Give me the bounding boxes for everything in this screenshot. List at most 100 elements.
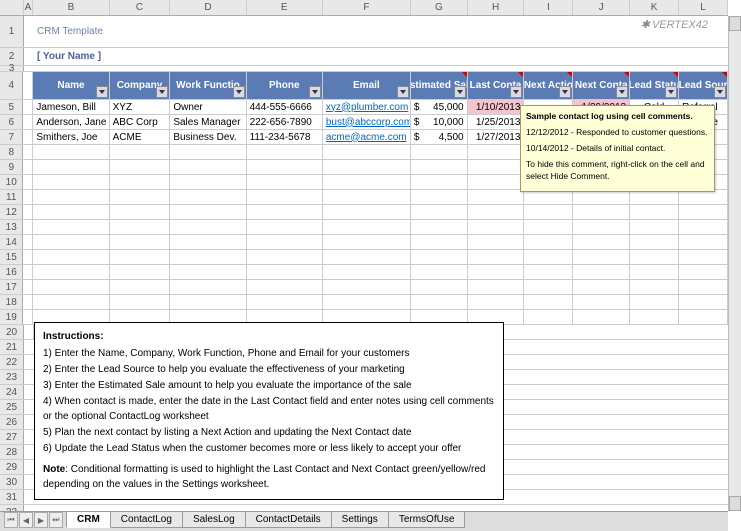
col-I[interactable]: I (524, 0, 573, 15)
row-num[interactable]: 9 (0, 160, 23, 174)
cell-phone[interactable]: 222-656-7890 (247, 115, 323, 129)
cell-name[interactable]: Smithers, Joe (33, 130, 109, 144)
hdr-lead-source[interactable]: Lead Sour (679, 72, 728, 99)
filter-dropdown-icon[interactable] (454, 86, 466, 98)
row-num[interactable]: 14 (0, 235, 23, 249)
tab-nav-last-icon[interactable]: ⏭ (49, 512, 63, 528)
cell-estimated-sale[interactable]: $4,500 (411, 130, 468, 144)
row-num[interactable]: 13 (0, 220, 23, 234)
tab-nav-next-icon[interactable]: ▶ (34, 512, 48, 528)
col-G[interactable]: G (411, 0, 468, 15)
row-num[interactable]: 15 (0, 250, 23, 264)
row-num[interactable]: 21 (0, 340, 24, 354)
row-num[interactable]: 8 (0, 145, 23, 159)
hdr-next-action[interactable]: Next Actio (524, 72, 573, 99)
filter-dropdown-icon[interactable] (714, 86, 726, 98)
filter-dropdown-icon[interactable] (397, 86, 409, 98)
cell-phone[interactable]: 444-555-6666 (247, 100, 323, 114)
row-num[interactable]: 17 (0, 280, 23, 294)
sheet-tab-crm[interactable]: CRM (66, 512, 111, 528)
col-J[interactable]: J (573, 0, 630, 15)
filter-dropdown-icon[interactable] (233, 86, 245, 98)
your-name-cell[interactable]: [ Your Name ] (34, 48, 728, 65)
row-num-20[interactable]: 20 (0, 325, 24, 339)
cell-last-contact[interactable]: 1/25/2013 (468, 115, 525, 129)
cell-last-contact[interactable]: 1/10/2013 (468, 100, 525, 114)
col-L[interactable]: L (679, 0, 728, 15)
hdr-name[interactable]: Name (33, 72, 109, 99)
cell-work-function[interactable]: Business Dev. (170, 130, 246, 144)
cell-name[interactable]: Anderson, Jane (33, 115, 109, 129)
row-num[interactable]: 25 (0, 400, 24, 414)
cell-email[interactable]: bust@abccorp.com (323, 115, 411, 129)
row-num[interactable]: 7 (0, 130, 23, 144)
row-num[interactable]: 31 (0, 490, 24, 504)
tab-nav-prev-icon[interactable]: ◀ (19, 512, 33, 528)
row-num[interactable]: 18 (0, 295, 23, 309)
cell-comment-tooltip[interactable]: Sample contact log using cell comments. … (520, 105, 715, 192)
row-num[interactable]: 29 (0, 460, 24, 474)
hdr-next-contact[interactable]: Next Conta (573, 72, 630, 99)
hdr-last-contact[interactable]: Last Conta (468, 72, 525, 99)
sheet-tab-termsofuse[interactable]: TermsOfUse (388, 512, 466, 528)
row-num[interactable]: 24 (0, 385, 24, 399)
row-num[interactable]: 27 (0, 430, 24, 444)
filter-dropdown-icon[interactable] (559, 86, 571, 98)
select-all-corner[interactable] (0, 0, 24, 15)
row-num[interactable]: 22 (0, 355, 24, 369)
tab-nav-first-icon[interactable]: ⏮ (4, 512, 18, 528)
row-num-3[interactable]: 3 (0, 66, 24, 71)
row-num[interactable]: 12 (0, 205, 23, 219)
row-num[interactable]: 16 (0, 265, 23, 279)
row-num[interactable]: 11 (0, 190, 23, 204)
row-num[interactable]: 26 (0, 415, 24, 429)
row-num[interactable]: 19 (0, 310, 23, 324)
filter-dropdown-icon[interactable] (665, 86, 677, 98)
col-A[interactable]: A (24, 0, 34, 15)
sheet-tab-contactdetails[interactable]: ContactDetails (245, 512, 332, 528)
sheet-tab-saleslog[interactable]: SalesLog (182, 512, 246, 528)
hdr-email[interactable]: Email (323, 72, 411, 99)
filter-dropdown-icon[interactable] (156, 86, 168, 98)
cell-work-function[interactable]: Sales Manager (170, 115, 246, 129)
col-H[interactable]: H (468, 0, 525, 15)
row-num[interactable]: 5 (0, 100, 23, 114)
filter-dropdown-icon[interactable] (309, 86, 321, 98)
col-C[interactable]: C (110, 0, 171, 15)
cell-estimated-sale[interactable]: $10,000 (411, 115, 468, 129)
row-num[interactable]: 6 (0, 115, 23, 129)
cell-estimated-sale[interactable]: $45,000 (411, 100, 468, 114)
col-K[interactable]: K (630, 0, 679, 15)
sheet-tab-settings[interactable]: Settings (331, 512, 389, 528)
vertical-scrollbar[interactable] (728, 16, 741, 511)
cell-company[interactable]: XYZ (110, 100, 171, 114)
col-F[interactable]: F (323, 0, 411, 15)
hdr-work-function[interactable]: Work Functio (170, 72, 246, 99)
row-num-4[interactable]: 4 (0, 72, 23, 99)
page-title[interactable]: CRM Template (34, 16, 728, 47)
row-num-1[interactable]: 1 (0, 16, 24, 47)
cell-company[interactable]: ABC Corp (110, 115, 171, 129)
cell-last-contact[interactable]: 1/27/2013 (468, 130, 525, 144)
row-num[interactable]: 23 (0, 370, 24, 384)
row-num[interactable]: 30 (0, 475, 24, 489)
cell-phone[interactable]: 111-234-5678 (247, 130, 323, 144)
col-E[interactable]: E (247, 0, 323, 15)
col-D[interactable]: D (170, 0, 246, 15)
col-B[interactable]: B (33, 0, 109, 15)
cell-name[interactable]: Jameson, Bill (33, 100, 109, 114)
filter-dropdown-icon[interactable] (96, 86, 108, 98)
row-num[interactable]: 10 (0, 175, 23, 189)
cell-email[interactable]: xyz@plumber.com (323, 100, 411, 114)
cell-work-function[interactable]: Owner (170, 100, 246, 114)
hdr-phone[interactable]: Phone (247, 72, 323, 99)
filter-dropdown-icon[interactable] (510, 86, 522, 98)
cell-email[interactable]: acme@acme.com (323, 130, 411, 144)
sheet-tab-contactlog[interactable]: ContactLog (110, 512, 183, 528)
hdr-estimated-sale[interactable]: Estimated Sale (411, 72, 468, 99)
hdr-company[interactable]: Company (110, 72, 171, 99)
filter-dropdown-icon[interactable] (616, 86, 628, 98)
row-num[interactable]: 28 (0, 445, 24, 459)
cell-company[interactable]: ACME (110, 130, 171, 144)
hdr-lead-status[interactable]: Lead Statu (630, 72, 679, 99)
